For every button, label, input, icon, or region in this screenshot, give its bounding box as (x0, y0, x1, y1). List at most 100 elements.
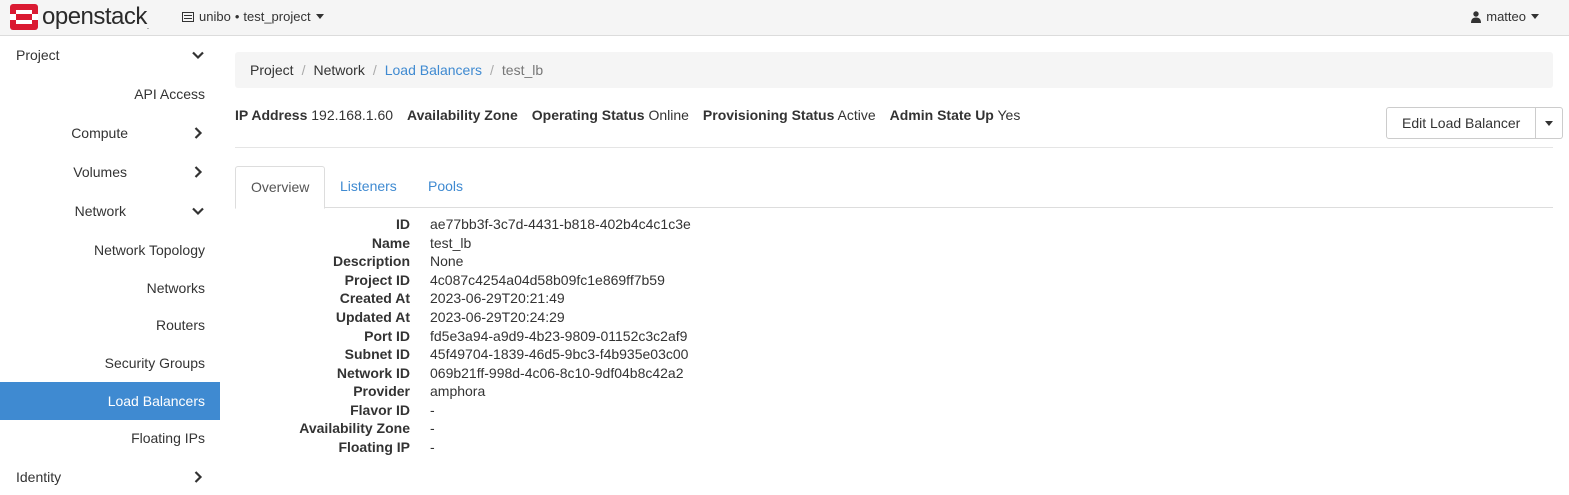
openstack-logo[interactable]: openstack. (10, 3, 149, 31)
sidebar-item-identity[interactable]: Identity (0, 458, 220, 495)
detail-label: Description (332, 253, 410, 269)
caret-down-icon (1545, 120, 1554, 126)
detail-value: - (430, 402, 435, 418)
detail-label: Provider (353, 383, 410, 399)
sidebar-item-volumes[interactable]: Volumes (0, 153, 220, 191)
detail-label: Floating IP (338, 439, 410, 455)
detail-row-floating-ip: Floating IP - (235, 439, 935, 458)
detail-row-updated-at: Updated At 2023-06-29T20:24:29 (235, 309, 935, 328)
sidebar-item-label: Networks (146, 280, 205, 296)
top-navbar: openstack. unibo • test_project matteo (0, 0, 1569, 36)
sidebar-item-label: Identity (16, 469, 62, 485)
divider (235, 147, 1553, 148)
detail-row-availability-zone: Availability Zone - (235, 420, 935, 439)
detail-label: Port ID (364, 328, 410, 344)
detail-row-subnet-id: Subnet ID 45f49704-1839-46d5-9bc3-f4b935e… (235, 346, 935, 365)
caret-down-icon (315, 14, 324, 19)
caret-down-icon (1531, 14, 1539, 19)
detail-row-description: Description None (235, 253, 935, 272)
project-name: test_project (243, 9, 311, 24)
summary-ip-address: IP Address 192.168.1.60 (235, 107, 394, 123)
detail-value: 45f49704-1839-46d5-9bc3-f4b935e03c00 (430, 346, 689, 362)
breadcrumb-current: test_lb (501, 62, 544, 78)
sidebar-item-label: Floating IPs (131, 430, 205, 446)
sidebar-item-label: Routers (155, 317, 205, 333)
detail-value: 069b21ff-998d-4c06-8c10-9df04b8c42a2 (430, 365, 684, 381)
detail-value: amphora (430, 383, 486, 399)
breadcrumb-separator: / (301, 62, 306, 78)
breadcrumb-network: Network (313, 62, 365, 78)
sidebar-item-label: Network Topology (93, 242, 205, 258)
tab-listeners[interactable]: Listeners (325, 166, 412, 208)
sidebar-item-project[interactable]: Project (0, 36, 220, 74)
detail-value: fd5e3a94-a9d9-4b23-9809-01152c3c2af9 (430, 328, 688, 344)
lb-actions-group: Edit Load Balancer (1386, 107, 1564, 139)
lb-summary: IP Address 192.168.1.60 Availability Zone… (235, 107, 1034, 123)
logo-wordmark: openstack. (42, 3, 149, 31)
summary-provisioning-status: Provisioning Status Active (702, 107, 876, 123)
detail-row-name: Name test_lb (235, 235, 935, 254)
detail-label: Updated At (335, 309, 410, 325)
breadcrumb-separator: / (372, 62, 377, 78)
detail-value: 4c087c4254a04d58b09fc1e869ff7b59 (430, 272, 665, 288)
sidebar-item-networks[interactable]: Networks (0, 269, 220, 307)
user-icon (1471, 10, 1482, 23)
detail-row-port-id: Port ID fd5e3a94-a9d9-4b23-9809-01152c3c2… (235, 328, 935, 347)
detail-value: - (430, 420, 435, 436)
chevron-down-icon (192, 207, 204, 216)
detail-label: Network ID (336, 365, 410, 381)
detail-label: ID (396, 216, 410, 232)
tab-overview[interactable]: Overview (235, 166, 326, 209)
bullet-separator: • (234, 9, 240, 24)
detail-label: Project ID (344, 272, 410, 288)
detail-tabs: Overview Listeners Pools (235, 166, 1553, 209)
detail-row-network-id: Network ID 069b21ff-998d-4c06-8c10-9df04b… (235, 365, 935, 384)
actions-dropdown-toggle[interactable] (1536, 107, 1564, 139)
breadcrumb-separator: / (490, 62, 494, 78)
detail-value: ae77bb3f-3c7d-4431-b818-402b4c4c1c3e (430, 216, 691, 232)
breadcrumb-project: Project (250, 62, 294, 78)
sidebar-item-label: API Access (134, 86, 205, 102)
sidebar-item-security-groups[interactable]: Security Groups (0, 344, 220, 382)
sidebar-item-network-topology[interactable]: Network Topology (0, 231, 220, 269)
user-name: matteo (1486, 9, 1526, 24)
sidebar-item-label: Volumes (73, 164, 127, 180)
chevron-right-icon (194, 166, 203, 178)
breadcrumb-load-balancers-link[interactable]: Load Balancers (385, 62, 482, 78)
detail-row-created-at: Created At 2023-06-29T20:21:49 (235, 290, 935, 309)
detail-value: - (430, 439, 435, 455)
detail-label: Availability Zone (299, 420, 410, 436)
sidebar-item-routers[interactable]: Routers (0, 306, 220, 344)
summary-operating-status: Operating Status Online (531, 107, 689, 123)
sidebar-item-api-access[interactable]: API Access (0, 75, 220, 113)
sidebar-item-compute[interactable]: Compute (0, 114, 220, 152)
sidebar-item-label: Load Balancers (107, 393, 205, 409)
sidebar-item-label: Project (16, 47, 60, 63)
user-menu[interactable]: matteo (1471, 9, 1539, 24)
detail-value: 2023-06-29T20:24:29 (430, 309, 565, 325)
project-switcher[interactable]: unibo • test_project (182, 9, 324, 24)
summary-availability-zone: Availability Zone (407, 107, 518, 123)
sidebar-item-label: Compute (71, 125, 128, 141)
summary-admin-state: Admin State Up Yes (889, 107, 1021, 123)
sidebar-item-floating-ips[interactable]: Floating IPs (0, 419, 220, 457)
detail-label: Flavor ID (350, 402, 410, 418)
sidebar-item-label: Security Groups (104, 355, 205, 371)
detail-row-provider: Provider amphora (235, 383, 935, 402)
sidebar-nav: Project API Access Compute Volumes Netwo… (0, 36, 220, 495)
chevron-down-icon (192, 51, 204, 60)
project-list-icon (182, 11, 194, 22)
chevron-right-icon (194, 127, 203, 139)
detail-value: None (430, 253, 464, 269)
detail-row-flavor-id: Flavor ID - (235, 402, 935, 421)
sidebar-item-network[interactable]: Network (0, 192, 220, 230)
detail-label: Created At (339, 290, 410, 306)
edit-load-balancer-button[interactable]: Edit Load Balancer (1386, 107, 1537, 139)
chevron-right-icon (194, 471, 203, 483)
detail-value: 2023-06-29T20:21:49 (430, 290, 565, 306)
sidebar-item-load-balancers[interactable]: Load Balancers (0, 382, 220, 420)
detail-value: test_lb (430, 235, 472, 251)
detail-label: Subnet ID (344, 346, 410, 362)
tab-pools[interactable]: Pools (413, 166, 478, 208)
breadcrumb: Project / Network / Load Balancers / test_lb (235, 52, 1553, 88)
